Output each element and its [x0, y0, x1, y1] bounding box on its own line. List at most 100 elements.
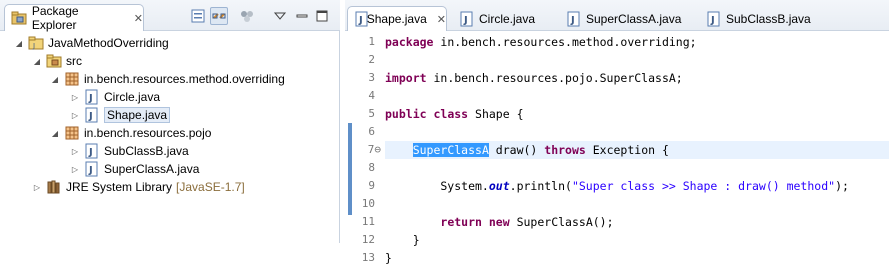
line-number: 8 — [368, 161, 375, 174]
java-file-icon: J — [706, 11, 722, 27]
java-file-icon: J — [84, 143, 100, 159]
java-file-icon: J — [566, 11, 582, 27]
tab-label: Shape.java — [366, 12, 427, 26]
collapsed-twisty-icon[interactable]: ▷ — [70, 92, 80, 102]
package-icon — [64, 71, 80, 87]
line-number: 5 — [368, 107, 375, 120]
tree-item-superclassa-java[interactable]: ▷ J SuperClassA.java — [70, 160, 199, 178]
keyword: public — [385, 107, 427, 121]
code-line-3: import in.bench.resources.pojo.SuperClas… — [385, 69, 683, 87]
tree-item-shape-java[interactable]: ▷ J Shape.java — [70, 106, 171, 124]
code-line-7: SuperClassA draw() throws Exception { — [385, 141, 669, 159]
line-number-ruler: 1 2 3 4 5 6 7⊖ 8 9 10 11 12 13 — [345, 31, 383, 264]
tree-item-package-pojo[interactable]: ◢ in.bench.resources.pojo — [50, 124, 212, 142]
tree-item-label: SuperClassA.java — [104, 162, 200, 176]
close-icon[interactable]: ✕ — [134, 12, 143, 25]
code-line-12: } — [385, 233, 420, 247]
java-file-icon: J — [459, 11, 475, 27]
svg-text:J: J — [88, 111, 93, 122]
expanded-twisty-icon[interactable]: ◢ — [50, 128, 60, 138]
tree-item-label: JRE System Library — [66, 180, 173, 194]
svg-text:J: J — [358, 15, 363, 26]
tree-item-jre-library[interactable]: ▷ JRE System Library [JavaSE-1.7] — [32, 178, 245, 196]
tree-item-label: JavaMethodOverriding — [48, 36, 169, 50]
code-text: Shape { — [468, 107, 524, 121]
minimize-icon[interactable] — [293, 7, 311, 25]
tab-superclassa-java[interactable]: J SuperClassA.java — [560, 6, 681, 31]
keyword: new — [488, 215, 510, 229]
tab-label: SuperClassA.java — [586, 11, 682, 26]
svg-text:J: J — [32, 42, 35, 50]
package-icon — [64, 125, 80, 141]
svg-text:J: J — [88, 165, 93, 176]
link-with-editor-icon[interactable] — [210, 7, 228, 25]
view-menu-icon[interactable] — [271, 7, 289, 25]
static-field: out — [488, 179, 510, 193]
tree-item-label: Circle.java — [104, 90, 161, 104]
code-line-5: public class Shape { — [385, 105, 524, 123]
expanded-twisty-icon[interactable]: ◢ — [32, 56, 42, 66]
tab-label: SubClassB.java — [726, 11, 811, 26]
close-icon[interactable]: ✕ — [437, 13, 446, 26]
selected-type-name: SuperClassA — [412, 143, 489, 157]
maximize-icon[interactable] — [313, 7, 331, 25]
code-text: ); — [835, 179, 849, 193]
tree-item-label: in.bench.resources.pojo — [84, 126, 212, 140]
tree-item-subclassb-java[interactable]: ▷ J SubClassB.java — [70, 142, 189, 160]
string-literal: "Super class >> Shape : draw() method" — [571, 179, 836, 193]
code-line-13: } — [385, 251, 392, 265]
source-folder-icon — [46, 53, 62, 69]
tab-circle-java[interactable]: J Circle.java — [453, 6, 535, 31]
tree-item-project[interactable]: ◢ J JavaMethodOverriding — [14, 34, 169, 52]
collapse-all-icon[interactable] — [189, 7, 207, 25]
line-number: 10 — [361, 197, 375, 210]
tree-item-src[interactable]: ◢ src — [32, 52, 82, 70]
collapsed-twisty-icon[interactable]: ▷ — [32, 182, 42, 192]
code-text: .println( — [509, 179, 572, 193]
tree-item-package-method-overriding[interactable]: ◢ in.bench.resources.method.overriding — [50, 70, 285, 88]
collapsed-twisty-icon[interactable]: ▷ — [70, 146, 80, 156]
code-line-11: return new SuperClassA(); — [385, 213, 614, 231]
project-icon: J — [28, 35, 44, 51]
package-explorer-tab[interactable]: Package Explorer ✕ — [4, 4, 144, 32]
java-file-icon: J — [84, 161, 100, 177]
java-editor: J Shape.java ✕ J Circle.java J SuperClas… — [345, 0, 889, 265]
java-file-icon: J — [84, 107, 100, 123]
filters-icon[interactable] — [238, 7, 256, 25]
package-explorer-header: Package Explorer ✕ — [0, 0, 340, 32]
keyword: package — [385, 35, 434, 49]
code-text: in.bench.resources.pojo.SuperClassA; — [426, 71, 683, 85]
java-file-icon: J — [354, 11, 368, 27]
expanded-twisty-icon[interactable]: ◢ — [14, 38, 24, 48]
line-number: 4 — [368, 89, 375, 102]
tab-label: Circle.java — [479, 11, 536, 26]
collapsed-twisty-icon[interactable]: ▷ — [70, 164, 80, 174]
svg-text:J: J — [88, 147, 93, 158]
line-number: 3 — [368, 71, 375, 84]
line-number: 13 — [361, 251, 375, 264]
package-explorer-icon — [11, 10, 27, 26]
line-number: 12 — [361, 233, 375, 246]
tree-item-circle-java[interactable]: ▷ J Circle.java — [70, 88, 160, 106]
svg-text:J: J — [570, 15, 575, 26]
line-number: 11 — [361, 215, 375, 228]
code-line-1: package in.bench.resources.method.overri… — [385, 33, 697, 51]
code-text: System. — [385, 179, 489, 193]
tab-shape-java[interactable]: J Shape.java ✕ — [347, 6, 447, 31]
code-text-area[interactable]: package in.bench.resources.method.overri… — [385, 31, 889, 265]
tab-subclassb-java[interactable]: J SubClassB.java — [700, 6, 811, 31]
library-version-label: [JavaSE-1.7] — [176, 180, 245, 194]
line-number: 6 — [368, 125, 375, 138]
keyword: return — [440, 215, 482, 229]
svg-text:J: J — [88, 93, 93, 104]
tree-item-label: Shape.java — [104, 107, 171, 123]
keyword: throws — [544, 143, 586, 157]
expanded-twisty-icon[interactable]: ◢ — [50, 74, 60, 84]
code-text: SuperClassA(); — [509, 215, 614, 229]
package-explorer-view: Package Explorer ✕ ◢ J JavaMethodOverrid… — [0, 0, 340, 243]
collapsed-twisty-icon[interactable]: ▷ — [70, 110, 80, 120]
line-number: 9 — [368, 179, 375, 192]
line-number-fold[interactable]: 7⊖ — [345, 141, 381, 159]
